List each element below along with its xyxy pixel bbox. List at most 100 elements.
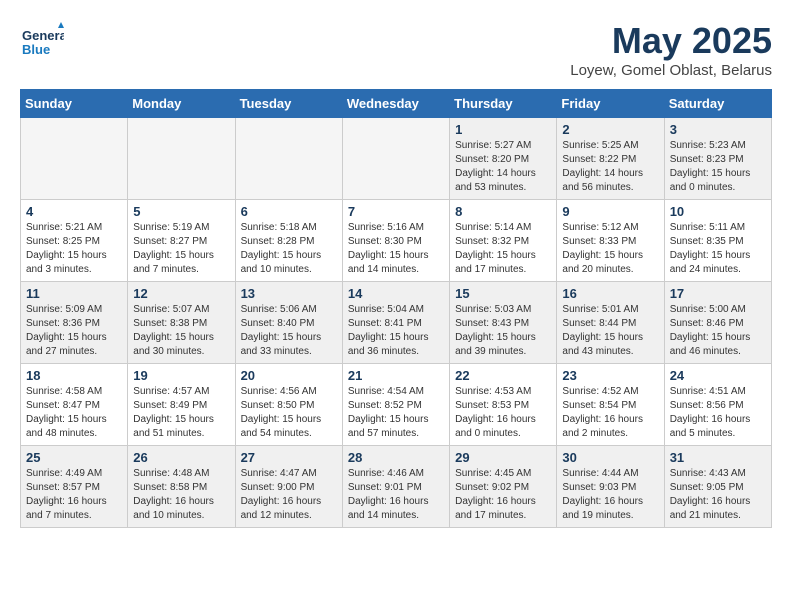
day-cell: 6 Sunrise: 5:18 AMSunset: 8:28 PMDaylight… bbox=[235, 200, 342, 282]
day-cell: 9 Sunrise: 5:12 AMSunset: 8:33 PMDaylight… bbox=[557, 200, 664, 282]
location: Loyew, Gomel Oblast, Belarus bbox=[570, 62, 772, 79]
day-info: Sunrise: 5:01 AMSunset: 8:44 PMDaylight:… bbox=[562, 303, 658, 359]
day-number: 28 bbox=[348, 450, 444, 465]
day-cell: 4 Sunrise: 5:21 AMSunset: 8:25 PMDaylight… bbox=[21, 200, 128, 282]
day-info: Sunrise: 5:12 AMSunset: 8:33 PMDaylight:… bbox=[562, 221, 658, 277]
day-cell: 15 Sunrise: 5:03 AMSunset: 8:43 PMDayligh… bbox=[450, 282, 557, 364]
day-cell: 30Sunrise: 4:44 AMSunset: 9:03 PMDayligh… bbox=[557, 446, 664, 528]
weekday-header-sunday: Sunday bbox=[21, 90, 128, 118]
day-number: 30 bbox=[562, 450, 658, 465]
day-cell: 17 Sunrise: 5:00 AMSunset: 8:46 PMDayligh… bbox=[664, 282, 771, 364]
day-cell: 25Sunrise: 4:49 AMSunset: 8:57 PMDayligh… bbox=[21, 446, 128, 528]
day-info: Sunrise: 5:11 AMSunset: 8:35 PMDaylight:… bbox=[670, 221, 766, 277]
day-cell: 13Sunrise: 5:06 AMSunset: 8:40 PMDayligh… bbox=[235, 282, 342, 364]
day-number: 9 bbox=[562, 204, 658, 219]
title-block: May 2025 Loyew, Gomel Oblast, Belarus bbox=[570, 20, 772, 79]
day-cell: 28 Sunrise: 4:46 AMSunset: 9:01 PMDayligh… bbox=[342, 446, 449, 528]
day-number: 16 bbox=[562, 286, 658, 301]
day-number: 14 bbox=[348, 286, 444, 301]
page-header: General Blue May 2025 Loyew, Gomel Oblas… bbox=[20, 20, 772, 79]
day-info: Sunrise: 4:46 AMSunset: 9:01 PMDaylight:… bbox=[348, 467, 444, 523]
day-cell: 27Sunrise: 4:47 AMSunset: 9:00 PMDayligh… bbox=[235, 446, 342, 528]
day-cell: 23 Sunrise: 4:52 AMSunset: 8:54 PMDayligh… bbox=[557, 364, 664, 446]
day-cell: 5Sunrise: 5:19 AMSunset: 8:27 PMDaylight… bbox=[128, 200, 235, 282]
day-info: Sunrise: 4:45 AMSunset: 9:02 PMDaylight:… bbox=[455, 467, 551, 523]
day-cell: 3Sunrise: 5:23 AMSunset: 8:23 PMDaylight… bbox=[664, 118, 771, 200]
day-number: 15 bbox=[455, 286, 551, 301]
day-cell: 21 Sunrise: 4:54 AMSunset: 8:52 PMDayligh… bbox=[342, 364, 449, 446]
day-number: 5 bbox=[133, 204, 229, 219]
day-number: 8 bbox=[455, 204, 551, 219]
day-cell: 1 Sunrise: 5:27 AMSunset: 8:20 PMDaylight… bbox=[450, 118, 557, 200]
day-info: Sunrise: 4:49 AMSunset: 8:57 PMDaylight:… bbox=[26, 467, 122, 523]
day-info: Sunrise: 4:58 AMSunset: 8:47 PMDaylight:… bbox=[26, 385, 122, 441]
day-cell bbox=[21, 118, 128, 200]
day-info: Sunrise: 5:04 AMSunset: 8:41 PMDaylight:… bbox=[348, 303, 444, 359]
day-info: Sunrise: 5:07 AMSunset: 8:38 PMDaylight:… bbox=[133, 303, 229, 359]
day-number: 11 bbox=[26, 286, 122, 301]
day-number: 18 bbox=[26, 368, 122, 383]
day-cell bbox=[235, 118, 342, 200]
day-cell: 2 Sunrise: 5:25 AMSunset: 8:22 PMDaylight… bbox=[557, 118, 664, 200]
day-info: Sunrise: 4:52 AMSunset: 8:54 PMDaylight:… bbox=[562, 385, 658, 441]
week-row-4: 18 Sunrise: 4:58 AMSunset: 8:47 PMDayligh… bbox=[21, 364, 772, 446]
weekday-header-saturday: Saturday bbox=[664, 90, 771, 118]
day-cell: 11 Sunrise: 5:09 AMSunset: 8:36 PMDayligh… bbox=[21, 282, 128, 364]
weekday-header-thursday: Thursday bbox=[450, 90, 557, 118]
day-number: 23 bbox=[562, 368, 658, 383]
day-info: Sunrise: 5:27 AMSunset: 8:20 PMDaylight:… bbox=[455, 139, 551, 195]
day-number: 27 bbox=[241, 450, 337, 465]
day-number: 7 bbox=[348, 204, 444, 219]
day-number: 2 bbox=[562, 122, 658, 137]
day-number: 21 bbox=[348, 368, 444, 383]
day-info: Sunrise: 5:16 AMSunset: 8:30 PMDaylight:… bbox=[348, 221, 444, 277]
day-cell: 10 Sunrise: 5:11 AMSunset: 8:35 PMDayligh… bbox=[664, 200, 771, 282]
day-cell: 18 Sunrise: 4:58 AMSunset: 8:47 PMDayligh… bbox=[21, 364, 128, 446]
day-number: 31 bbox=[670, 450, 766, 465]
day-number: 10 bbox=[670, 204, 766, 219]
week-row-1: 1 Sunrise: 5:27 AMSunset: 8:20 PMDaylight… bbox=[21, 118, 772, 200]
day-number: 6 bbox=[241, 204, 337, 219]
day-info: Sunrise: 5:09 AMSunset: 8:36 PMDaylight:… bbox=[26, 303, 122, 359]
day-cell: 29 Sunrise: 4:45 AMSunset: 9:02 PMDayligh… bbox=[450, 446, 557, 528]
day-info: Sunrise: 4:54 AMSunset: 8:52 PMDaylight:… bbox=[348, 385, 444, 441]
day-number: 22 bbox=[455, 368, 551, 383]
day-cell: 26Sunrise: 4:48 AMSunset: 8:58 PMDayligh… bbox=[128, 446, 235, 528]
day-info: Sunrise: 5:21 AMSunset: 8:25 PMDaylight:… bbox=[26, 221, 122, 277]
day-info: Sunrise: 4:51 AMSunset: 8:56 PMDaylight:… bbox=[670, 385, 766, 441]
day-number: 1 bbox=[455, 122, 551, 137]
day-info: Sunrise: 5:06 AMSunset: 8:40 PMDaylight:… bbox=[241, 303, 337, 359]
day-info: Sunrise: 5:25 AMSunset: 8:22 PMDaylight:… bbox=[562, 139, 658, 195]
day-number: 29 bbox=[455, 450, 551, 465]
day-cell: 7 Sunrise: 5:16 AMSunset: 8:30 PMDaylight… bbox=[342, 200, 449, 282]
day-cell: 20Sunrise: 4:56 AMSunset: 8:50 PMDayligh… bbox=[235, 364, 342, 446]
day-info: Sunrise: 4:48 AMSunset: 8:58 PMDaylight:… bbox=[133, 467, 229, 523]
calendar-table: SundayMondayTuesdayWednesdayThursdayFrid… bbox=[20, 89, 772, 528]
day-info: Sunrise: 5:18 AMSunset: 8:28 PMDaylight:… bbox=[241, 221, 337, 277]
day-info: Sunrise: 4:43 AMSunset: 9:05 PMDaylight:… bbox=[670, 467, 766, 523]
day-cell bbox=[128, 118, 235, 200]
day-info: Sunrise: 4:57 AMSunset: 8:49 PMDaylight:… bbox=[133, 385, 229, 441]
day-cell: 22 Sunrise: 4:53 AMSunset: 8:53 PMDayligh… bbox=[450, 364, 557, 446]
week-row-2: 4 Sunrise: 5:21 AMSunset: 8:25 PMDaylight… bbox=[21, 200, 772, 282]
day-cell bbox=[342, 118, 449, 200]
logo-icon: General Blue bbox=[20, 20, 64, 64]
week-row-5: 25Sunrise: 4:49 AMSunset: 8:57 PMDayligh… bbox=[21, 446, 772, 528]
day-number: 19 bbox=[133, 368, 229, 383]
weekday-header-friday: Friday bbox=[557, 90, 664, 118]
day-info: Sunrise: 5:03 AMSunset: 8:43 PMDaylight:… bbox=[455, 303, 551, 359]
day-number: 17 bbox=[670, 286, 766, 301]
day-number: 4 bbox=[26, 204, 122, 219]
weekday-header-tuesday: Tuesday bbox=[235, 90, 342, 118]
day-info: Sunrise: 5:00 AMSunset: 8:46 PMDaylight:… bbox=[670, 303, 766, 359]
day-info: Sunrise: 4:53 AMSunset: 8:53 PMDaylight:… bbox=[455, 385, 551, 441]
day-number: 12 bbox=[133, 286, 229, 301]
weekday-header-wednesday: Wednesday bbox=[342, 90, 449, 118]
day-cell: 12 Sunrise: 5:07 AMSunset: 8:38 PMDayligh… bbox=[128, 282, 235, 364]
day-cell: 31 Sunrise: 4:43 AMSunset: 9:05 PMDayligh… bbox=[664, 446, 771, 528]
day-number: 3 bbox=[670, 122, 766, 137]
day-cell: 16 Sunrise: 5:01 AMSunset: 8:44 PMDayligh… bbox=[557, 282, 664, 364]
logo: General Blue bbox=[20, 20, 64, 64]
day-info: Sunrise: 4:56 AMSunset: 8:50 PMDaylight:… bbox=[241, 385, 337, 441]
day-number: 24 bbox=[670, 368, 766, 383]
